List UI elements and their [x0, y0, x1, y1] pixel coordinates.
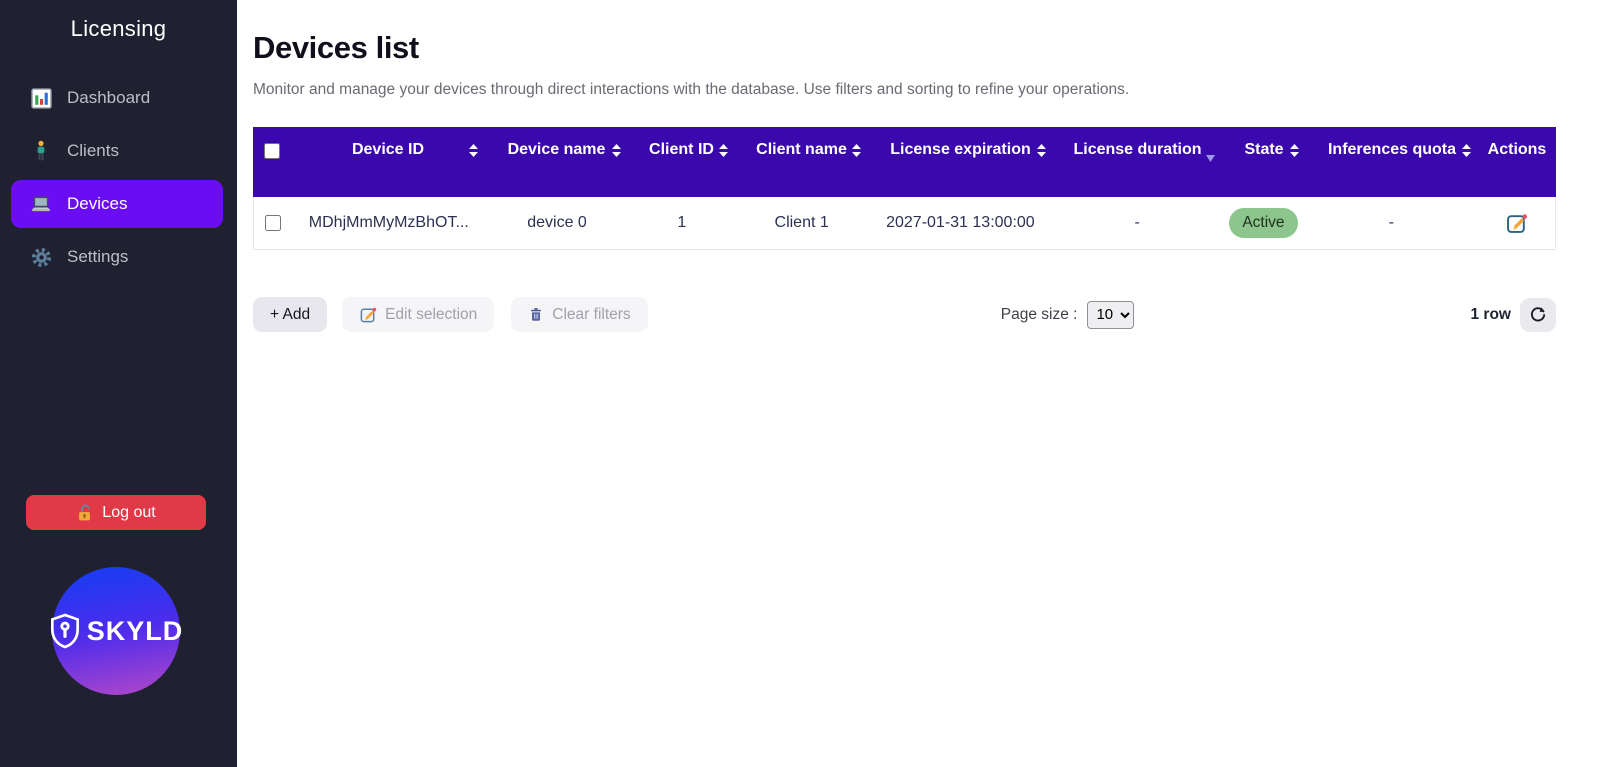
column-license-expiration[interactable]: License expiration [868, 127, 1053, 197]
sort-desc-icon[interactable] [1206, 149, 1215, 167]
column-label: Device ID [351, 141, 425, 158]
sidebar: Licensing Dashboard Clients Devices Sett… [0, 0, 237, 767]
app-root: Licensing Dashboard Clients Devices Sett… [0, 0, 1622, 767]
column-license-duration[interactable]: License duration [1053, 127, 1222, 197]
edit-icon [359, 306, 377, 324]
row-count: 1 row [1470, 305, 1511, 323]
select-all-checkbox[interactable] [264, 143, 280, 159]
column-client-id[interactable]: Client ID [628, 127, 735, 197]
cell-license-expiration: 2027-01-31 13:00:00 [886, 214, 1035, 231]
column-actions: Actions [1478, 127, 1556, 197]
sort-icon[interactable] [1462, 144, 1471, 162]
refresh-button[interactable] [1519, 297, 1556, 332]
status-badge: Active [1229, 208, 1298, 238]
clear-filters-button[interactable]: Clear filters [511, 297, 648, 332]
cell-license-duration: - [1134, 214, 1140, 231]
column-label: Actions [1487, 141, 1547, 158]
logout-label: Log out [102, 503, 156, 521]
trash-icon [528, 306, 544, 323]
app-title: Licensing [70, 16, 167, 41]
column-inferences-quota[interactable]: Inferences quota [1306, 127, 1478, 197]
row-checkbox[interactable] [264, 215, 281, 231]
devices-table: Device ID Device name Client ID Client n… [253, 127, 1556, 250]
sidebar-item-dashboard[interactable]: Dashboard [11, 74, 223, 122]
column-label: Client name [756, 141, 847, 158]
sidebar-item-label: Dashboard [67, 88, 151, 107]
edit-row-button[interactable] [1505, 212, 1528, 235]
sidebar-item-clients[interactable]: Clients [11, 127, 223, 175]
sidebar-nav: Dashboard Clients Devices Settings [0, 74, 237, 281]
column-state[interactable]: State [1222, 127, 1306, 197]
logout-button[interactable]: Log out [26, 495, 206, 530]
skyld-logo: SKYLD [49, 567, 182, 695]
person-icon [30, 140, 52, 162]
column-label: Inferences quota [1327, 141, 1457, 158]
table-header: Device ID Device name Client ID Client n… [253, 127, 1556, 197]
page-size-control: Page size : 10 [1000, 300, 1135, 329]
column-device-id[interactable]: Device ID [291, 127, 485, 197]
sort-icon[interactable] [1037, 144, 1046, 162]
page-subtitle: Monitor and manage your devices through … [253, 81, 1130, 98]
row-count-area: 1 row [1470, 297, 1556, 332]
edit-selection-button[interactable]: Edit selection [342, 297, 495, 332]
column-label: License expiration [890, 141, 1031, 158]
page-size-select[interactable]: 10 [1087, 300, 1135, 329]
cell-client-id: 1 [677, 214, 687, 231]
column-label: Client ID [649, 141, 714, 158]
column-label: State [1244, 141, 1284, 158]
sort-icon[interactable] [469, 144, 478, 162]
refresh-icon [1529, 306, 1547, 324]
bar-chart-icon [30, 87, 52, 109]
cell-device-id: MDhjMmMyMzBhOT... [308, 214, 469, 231]
cell-state: Active [1222, 208, 1306, 238]
sidebar-item-label: Devices [67, 194, 128, 213]
sidebar-item-settings[interactable]: Settings [11, 233, 223, 281]
sort-icon[interactable] [852, 144, 861, 162]
main-content: Devices list Monitor and manage your dev… [237, 0, 1622, 767]
header-checkbox-cell [253, 127, 291, 197]
column-label: License duration [1073, 141, 1202, 158]
add-button-label: + Add [270, 305, 311, 323]
cell-actions [1477, 212, 1555, 235]
cell-client-name: Client 1 [774, 214, 829, 231]
add-button[interactable]: + Add [253, 297, 328, 332]
cell-inferences-quota: - [1388, 214, 1394, 231]
sort-icon[interactable] [612, 144, 621, 162]
cell-device-name: device 0 [527, 214, 587, 231]
sort-icon[interactable] [1290, 144, 1299, 162]
row-checkbox-cell [254, 197, 292, 249]
column-device-name[interactable]: Device name [485, 127, 628, 197]
column-label: Device name [507, 141, 606, 158]
clear-filters-label: Clear filters [552, 305, 631, 323]
column-client-name[interactable]: Client name [735, 127, 868, 197]
shield-icon [49, 613, 81, 649]
laptop-icon [30, 193, 52, 215]
sort-icon[interactable] [719, 144, 728, 162]
page-title: Devices list [253, 30, 419, 65]
logo-text: SKYLD [86, 615, 184, 646]
sidebar-item-devices[interactable]: Devices [11, 180, 223, 228]
edit-selection-label: Edit selection [385, 305, 478, 323]
open-lock-icon [76, 504, 93, 522]
gear-icon [30, 246, 52, 268]
edit-icon [1505, 212, 1528, 235]
sidebar-item-label: Settings [67, 247, 129, 266]
page-size-label: Page size : [1000, 305, 1078, 323]
table-row: MDhjMmMyMzBhOT... device 0 1 Client 1 20… [253, 197, 1556, 250]
sidebar-item-label: Clients [67, 141, 119, 160]
table-toolbar: + Add Edit selection Clear filters Page … [253, 297, 1556, 332]
